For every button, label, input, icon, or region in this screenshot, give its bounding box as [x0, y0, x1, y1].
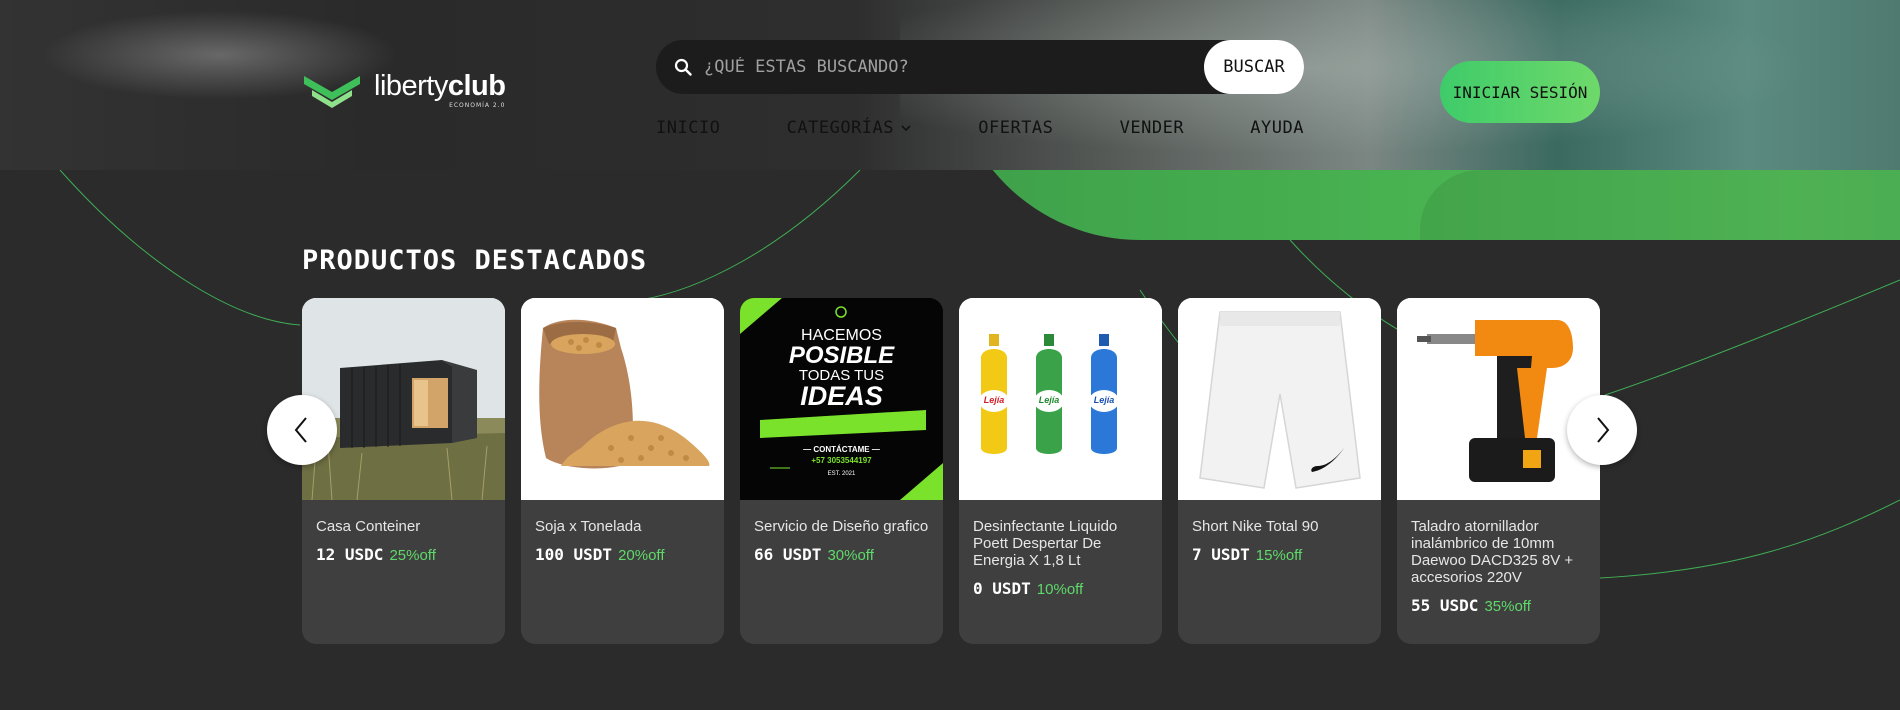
- design-poster-image: HACEMOS POSIBLE TODAS TUS IDEAS — CONTÁC…: [740, 298, 943, 500]
- product-discount: 35%off: [1484, 598, 1531, 615]
- chevron-right-icon: [1597, 417, 1610, 443]
- product-title: Soja x Tonelada: [535, 518, 642, 535]
- product-price: 0 USDT: [973, 579, 1031, 598]
- site-header: libertyclub ECONOMÍA 2.0 BUSCAR INICIO C…: [0, 0, 1900, 170]
- container-house-image: [302, 298, 505, 500]
- nav-item-vender[interactable]: VENDER: [1120, 118, 1184, 138]
- poster-contact-label: — CONTÁCTAME —: [803, 445, 880, 454]
- bottle-label-blue: Lejía: [1093, 395, 1115, 405]
- login-button[interactable]: INICIAR SESIÓN: [1440, 61, 1600, 123]
- search-button[interactable]: BUSCAR: [1204, 40, 1304, 94]
- product-price: 12 USDC: [316, 545, 384, 564]
- poster-est: EST. 2021: [827, 471, 856, 477]
- search-bar: BUSCAR: [656, 40, 1304, 94]
- poster-line-4: IDEAS: [800, 381, 883, 411]
- promo-banner-strip: [950, 170, 1900, 240]
- product-card[interactable]: Soja x Tonelada 100 USDT 20%off: [521, 298, 724, 644]
- nav-item-ayuda[interactable]: AYUDA: [1250, 118, 1304, 138]
- chevron-left-icon: [294, 417, 307, 443]
- product-price: 7 USDT: [1192, 545, 1250, 564]
- product-discount: 20%off: [618, 547, 665, 564]
- product-discount: 10%off: [1036, 581, 1084, 598]
- product-card[interactable]: Short Nike Total 90 7 USDT 15%off: [1178, 298, 1381, 644]
- product-price: 100 USDT: [535, 545, 613, 564]
- soybean-sack-image: [521, 298, 724, 500]
- featured-carousel: Casa Conteiner 12 USDC 25%off Soja x Ton…: [302, 298, 1600, 644]
- product-card[interactable]: Lejía Lejía Lejía Desinfectante Liquido …: [959, 298, 1162, 644]
- white-shorts-image: [1178, 298, 1381, 500]
- product-title: Servicio de Diseño grafico: [754, 518, 929, 535]
- poster-line-2: POSIBLE: [788, 342, 895, 369]
- product-title: Casa Conteiner: [316, 518, 421, 535]
- carousel-prev-button[interactable]: [267, 395, 337, 465]
- carousel-next-button[interactable]: [1567, 395, 1637, 465]
- poster-phone: +57 3053544197: [811, 456, 872, 465]
- chevron-down-icon: [901, 125, 911, 132]
- product-card[interactable]: Casa Conteiner 12 USDC 25%off: [302, 298, 505, 644]
- logo-wordmark: libertyclub: [374, 69, 506, 102]
- site-logo[interactable]: libertyclub ECONOMÍA 2.0: [302, 69, 506, 110]
- product-card[interactable]: HACEMOS POSIBLE TODAS TUS IDEAS — CONTÁC…: [740, 298, 943, 644]
- product-card[interactable]: Taladro atornillador inalámbrico de 10mm…: [1397, 298, 1600, 644]
- search-input[interactable]: [704, 57, 1204, 77]
- product-discount: 15%off: [1255, 547, 1303, 564]
- bottle-label-green: Lejía: [1038, 395, 1060, 405]
- product-price: 55 USDC: [1411, 596, 1479, 615]
- nav-item-ofertas[interactable]: OFERTAS: [978, 118, 1053, 138]
- product-title: Short Nike Total 90: [1192, 518, 1319, 535]
- nav-item-inicio[interactable]: INICIO: [656, 118, 720, 138]
- bleach-bottles-image: Lejía Lejía Lejía: [959, 298, 1162, 500]
- product-title: Desinfectante Liquido Poett Despertar De…: [973, 518, 1118, 569]
- cordless-drill-image: [1397, 298, 1600, 500]
- main-nav: INICIO CATEGORÍAS OFERTAS VENDER AYUDA: [656, 116, 1304, 140]
- bottle-label-yellow: Lejía: [983, 395, 1005, 405]
- nav-item-categorias[interactable]: CATEGORÍAS: [787, 118, 912, 138]
- product-price: 66 USDT: [754, 545, 822, 564]
- product-title: Taladro atornillador inalámbrico de 10mm…: [1411, 518, 1574, 586]
- featured-title: PRODUCTOS DESTACADOS: [302, 245, 648, 276]
- product-discount: 25%off: [389, 547, 436, 564]
- logo-subtitle: ECONOMÍA 2.0: [449, 101, 506, 109]
- product-discount: 30%off: [827, 547, 874, 564]
- logo-chevron-icon: [304, 76, 360, 108]
- search-icon: [672, 56, 694, 78]
